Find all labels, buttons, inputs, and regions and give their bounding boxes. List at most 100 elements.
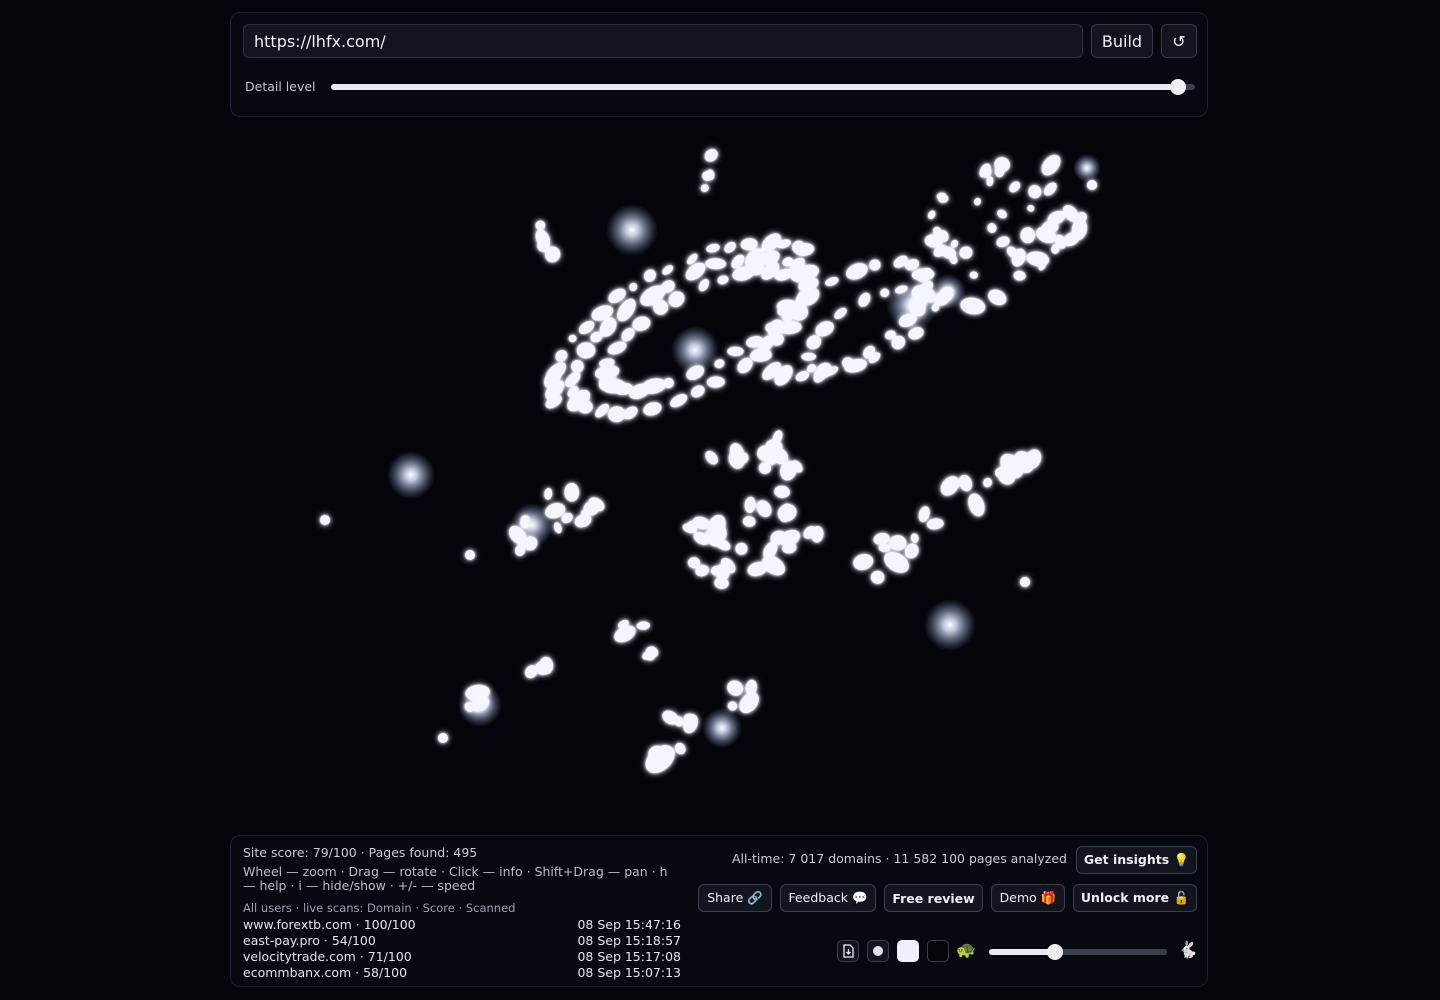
graph-node[interactable]	[986, 222, 997, 234]
graph-node[interactable]	[1027, 204, 1036, 212]
graph-node[interactable]	[995, 208, 1008, 220]
graph-node[interactable]	[995, 234, 1011, 249]
scan-domain[interactable]: ecommbanx.com · 58/100	[243, 965, 407, 981]
graph-node[interactable]	[870, 570, 885, 585]
graph-node[interactable]	[801, 352, 817, 361]
graph-node[interactable]	[714, 577, 730, 590]
animation-speed-slider[interactable]	[989, 944, 1167, 960]
graph-node[interactable]	[982, 476, 994, 488]
graph-hub-node[interactable]	[387, 451, 435, 499]
graph-node[interactable]	[937, 473, 963, 500]
graph-node[interactable]	[702, 146, 720, 164]
free-review-button[interactable]: Free review	[884, 884, 983, 912]
graph-node[interactable]	[533, 227, 553, 250]
graph-node[interactable]	[744, 496, 757, 513]
share-button[interactable]: Share 🔗	[698, 884, 772, 912]
graph-node[interactable]	[607, 405, 627, 423]
graph-node[interactable]	[775, 501, 800, 525]
graph-node[interactable]	[697, 277, 712, 293]
graph-node[interactable]	[553, 348, 570, 364]
list-item[interactable]: www.forextb.com · 100/100 08 Sep 15:47:1…	[243, 917, 681, 933]
graph-node[interactable]	[724, 677, 746, 698]
graph-node[interactable]	[958, 245, 974, 260]
list-item[interactable]: velocitytrade.com · 71/100 08 Sep 15:17:…	[243, 949, 681, 965]
graph-node[interactable]	[320, 515, 330, 525]
demo-button[interactable]: Demo 🎁	[991, 884, 1065, 912]
graph-node[interactable]	[878, 543, 891, 553]
get-insights-button[interactable]: Get insights 💡	[1076, 846, 1197, 874]
scan-domain[interactable]: east-pay.pro · 54/100	[243, 933, 376, 949]
graph-node[interactable]	[867, 258, 882, 273]
graph-node[interactable]	[753, 497, 774, 519]
graph-node[interactable]	[706, 376, 725, 388]
download-icon[interactable]	[837, 940, 859, 962]
unlock-more-button[interactable]: Unlock more 🔓	[1073, 884, 1197, 912]
dark-theme-swatch-icon[interactable]	[927, 940, 949, 962]
graph-node[interactable]	[705, 258, 727, 270]
graph-node[interactable]	[926, 209, 937, 220]
graph-node[interactable]	[628, 281, 639, 292]
list-item[interactable]: east-pay.pro · 54/100 08 Sep 15:18:57	[243, 933, 681, 949]
graph-node[interactable]	[774, 485, 791, 499]
light-theme-swatch-icon[interactable]	[897, 940, 919, 962]
graph-node[interactable]	[856, 291, 873, 309]
graph-hub-node[interactable]	[1073, 154, 1101, 182]
graph-node[interactable]	[910, 533, 920, 544]
build-button[interactable]: Build	[1091, 24, 1153, 58]
graph-node[interactable]	[1077, 212, 1087, 222]
graph-node[interactable]	[832, 306, 848, 322]
graph-node[interactable]	[716, 274, 729, 285]
graph-node[interactable]	[552, 521, 563, 534]
graph-node[interactable]	[973, 197, 982, 207]
graph-node[interactable]	[1027, 184, 1043, 200]
graph-node[interactable]	[1087, 180, 1097, 190]
graph-node[interactable]	[705, 243, 720, 254]
scan-domain[interactable]: www.forextb.com · 100/100	[243, 917, 416, 933]
graph-node[interactable]	[1020, 577, 1030, 587]
graph-node[interactable]	[742, 516, 756, 528]
graph-node[interactable]	[872, 531, 890, 546]
graph-node[interactable]	[465, 550, 475, 560]
graph-node[interactable]	[844, 260, 871, 283]
graph-node[interactable]	[1041, 180, 1059, 198]
graph-node[interactable]	[722, 240, 738, 255]
graph-node[interactable]	[965, 491, 987, 518]
graph-node[interactable]	[926, 517, 944, 530]
graph-hub-node[interactable]	[924, 599, 976, 651]
scan-domain[interactable]: velocitytrade.com · 71/100	[243, 949, 412, 965]
graph-node[interactable]	[606, 339, 629, 357]
graph-node[interactable]	[851, 552, 875, 572]
graph-node[interactable]	[668, 391, 689, 410]
graph-node[interactable]	[576, 342, 596, 359]
graph-node[interactable]	[703, 449, 721, 467]
graph-node[interactable]	[917, 505, 931, 523]
graph-node[interactable]	[1020, 227, 1035, 244]
graph-node[interactable]	[1038, 151, 1064, 179]
graph-node[interactable]	[824, 275, 840, 287]
graph-node[interactable]	[438, 733, 448, 743]
url-input[interactable]	[243, 24, 1083, 58]
feedback-button[interactable]: Feedback 💬	[780, 884, 876, 912]
speed-slider-thumb[interactable]	[1046, 944, 1063, 960]
graph-node[interactable]	[1007, 179, 1022, 194]
detail-slider-thumb[interactable]	[1169, 79, 1186, 95]
graph-node[interactable]	[642, 267, 659, 284]
graph-node[interactable]	[562, 369, 583, 389]
list-item[interactable]: ecommbanx.com · 58/100 08 Sep 15:07:13	[243, 965, 681, 981]
graph-node[interactable]	[636, 621, 650, 630]
graph-node[interactable]	[534, 219, 546, 231]
graph-node[interactable]	[571, 359, 584, 373]
graph-node[interactable]	[1013, 270, 1026, 281]
graph-node[interactable]	[564, 483, 580, 502]
graph-node[interactable]	[689, 383, 707, 400]
graph-node[interactable]	[889, 535, 907, 551]
graph-node[interactable]	[544, 488, 553, 501]
graph-hub-node[interactable]	[606, 204, 658, 256]
graph-node[interactable]	[727, 346, 744, 357]
graph-node[interactable]	[661, 263, 675, 277]
reload-icon[interactable]: ↺	[1161, 24, 1197, 58]
graph-node[interactable]	[642, 400, 663, 418]
graph-node[interactable]	[969, 271, 978, 279]
node-style-dot-icon[interactable]	[867, 940, 889, 962]
graph-node[interactable]	[735, 542, 748, 555]
